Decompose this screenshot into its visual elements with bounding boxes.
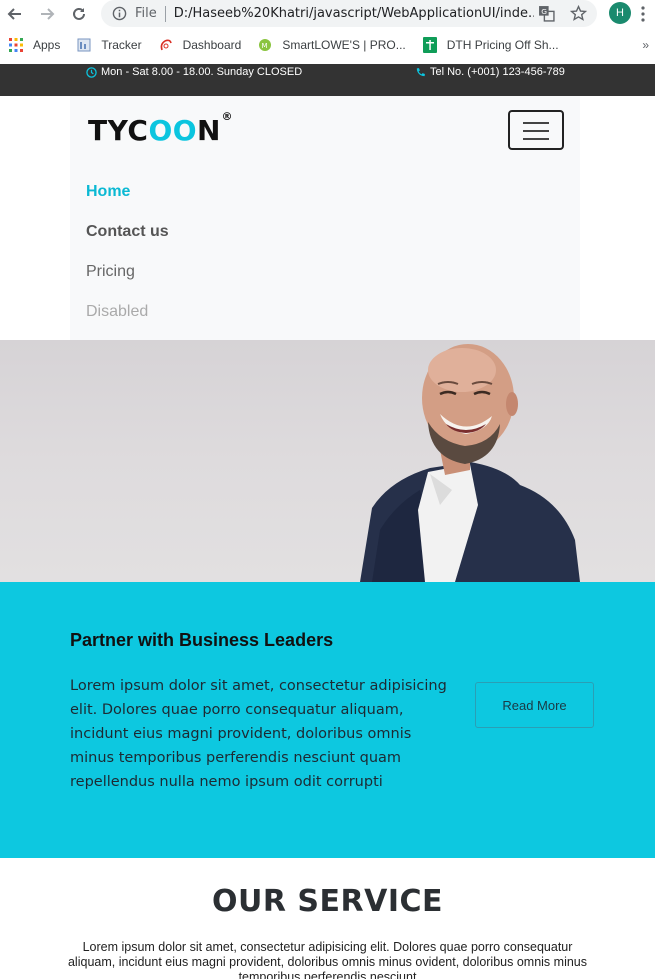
hero-photo-illustration xyxy=(360,344,580,582)
top-info-bar: Mon - Sat 8.00 - 18.00. Sunday CLOSED Te… xyxy=(0,64,655,96)
bookmark-label: Tracker xyxy=(101,38,142,52)
reload-icon xyxy=(73,7,85,20)
read-more-button[interactable]: Read More xyxy=(475,682,594,728)
forward-arrow-icon xyxy=(41,8,55,20)
back-arrow-icon xyxy=(7,8,21,20)
registered-mark: ® xyxy=(221,110,233,123)
reload-button[interactable] xyxy=(69,4,89,24)
apps-grid-icon xyxy=(8,37,24,53)
hours-text: Mon - Sat 8.00 - 18.00. Sunday CLOSED xyxy=(101,66,303,78)
nav-link-home[interactable]: Home xyxy=(86,182,169,222)
bookmark-dth-pricing[interactable]: DTH Pricing Off Sh... xyxy=(422,37,559,53)
telephone: Tel No. (+001) 123-456-789 xyxy=(415,66,565,78)
sheets-icon xyxy=(422,37,438,53)
brand-logo[interactable]: TYCOON ® xyxy=(88,110,233,147)
url-scheme: File xyxy=(135,6,157,21)
svg-text:G: G xyxy=(541,7,547,16)
logo-text-part3: N xyxy=(197,114,221,147)
menu-kebab-icon[interactable] xyxy=(641,6,645,22)
service-body: Lorem ipsum dolor sit amet, consectetur … xyxy=(67,940,587,979)
bookmark-star-icon[interactable] xyxy=(569,4,588,22)
bookmark-tracker[interactable]: Tracker xyxy=(76,37,142,53)
hamburger-line xyxy=(523,122,549,124)
bookmark-apps[interactable]: Apps xyxy=(8,37,60,53)
forward-button[interactable] xyxy=(37,4,57,24)
partner-title: Partner with Business Leaders xyxy=(70,630,334,650)
service-section: OUR SERVICE Lorem ipsum dolor sit amet, … xyxy=(0,858,655,979)
bookmark-label: DTH Pricing Off Sh... xyxy=(446,38,559,52)
navbar-toggler-button[interactable] xyxy=(508,110,564,150)
bookmarks-overflow[interactable]: » xyxy=(642,38,649,52)
address-bar[interactable]: File D:/Haseeb%20Khatri/javascript/WebAp… xyxy=(101,0,597,27)
bookmark-label: SmartLOWE'S | PRO... xyxy=(282,38,406,52)
bookmark-smartlowes[interactable]: M SmartLOWE'S | PRO... xyxy=(257,37,406,53)
translate-icon[interactable]: G xyxy=(538,5,555,22)
hamburger-line xyxy=(523,130,549,132)
info-icon[interactable] xyxy=(111,6,127,22)
bookmarks-bar: Apps Tracker Dashboard M SmartLOWE'S | P… xyxy=(0,34,655,56)
address-row: File D:/Haseeb%20Khatri/javascript/WebAp… xyxy=(0,0,655,28)
logo-text-accent: OO xyxy=(148,114,198,147)
back-button[interactable] xyxy=(5,4,25,24)
nav-links: Home Contact us Pricing Disabled xyxy=(86,182,169,342)
smartlowes-icon: M xyxy=(257,37,273,53)
tracker-icon xyxy=(76,37,92,53)
clock-icon xyxy=(86,66,97,78)
phone-icon xyxy=(416,67,425,76)
url-text[interactable]: D:/Haseeb%20Khatri/javascript/WebApplica… xyxy=(174,6,534,21)
bookmark-dashboard[interactable]: Dashboard xyxy=(158,37,242,53)
nav-link-pricing[interactable]: Pricing xyxy=(86,262,169,302)
svg-text:M: M xyxy=(262,42,268,50)
partner-section: Partner with Business Leaders Lorem ipsu… xyxy=(0,582,655,858)
browser-chrome: File D:/Haseeb%20Khatri/javascript/WebAp… xyxy=(0,0,655,64)
partner-body: Lorem ipsum dolor sit amet, consectetur … xyxy=(70,678,447,790)
nav-link-disabled: Disabled xyxy=(86,303,149,320)
hero-image xyxy=(0,340,655,582)
navbar: TYCOON ® Home Contact us Pricing Disable… xyxy=(70,96,580,340)
dashboard-icon xyxy=(158,37,174,53)
url-separator xyxy=(164,5,166,22)
tel-text[interactable]: Tel No. (+001) 123-456-789 xyxy=(430,66,565,78)
nav-link-contact[interactable]: Contact us xyxy=(86,222,169,262)
opening-hours: Mon - Sat 8.00 - 18.00. Sunday CLOSED xyxy=(86,66,302,78)
bookmark-label: Dashboard xyxy=(182,38,242,52)
bookmark-label: Apps xyxy=(33,38,61,52)
profile-avatar[interactable]: H xyxy=(609,2,631,24)
logo-text-part1: TYC xyxy=(88,114,149,147)
service-title: OUR SERVICE xyxy=(212,884,443,919)
hamburger-line xyxy=(523,138,549,140)
